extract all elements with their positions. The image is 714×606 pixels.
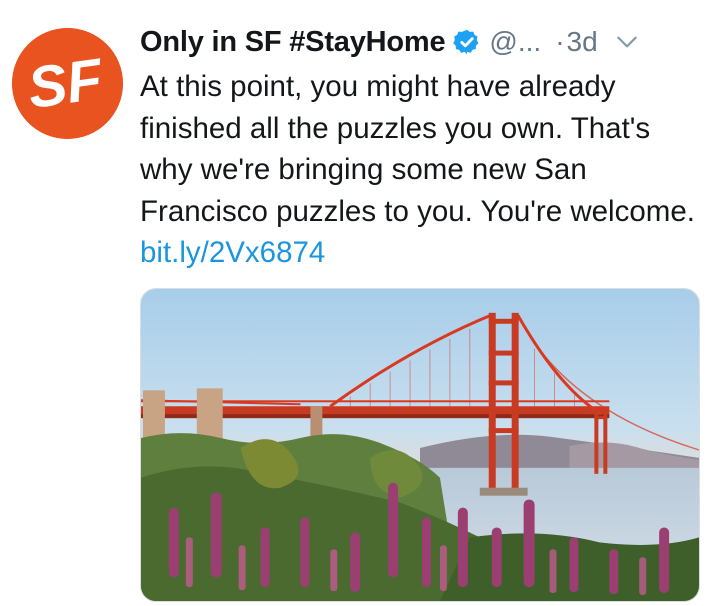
separator-dot: · — [555, 26, 565, 57]
sf-logo-icon: SF — [12, 28, 123, 139]
golden-gate-bridge-photo — [141, 289, 699, 601]
tweet-header: Only in SF #StayHome @... · 3d — [140, 20, 708, 64]
avatar-text: SF — [24, 46, 108, 121]
user-handle[interactable]: @... — [489, 26, 541, 58]
tweet-image[interactable] — [140, 288, 700, 602]
tweet-text: At this point, you might have already fi… — [140, 70, 695, 228]
tweet-body: At this point, you might have already fi… — [140, 66, 700, 274]
display-name[interactable]: Only in SF #StayHome — [140, 26, 446, 59]
profile-avatar[interactable]: SF — [12, 28, 123, 139]
chevron-down-icon[interactable] — [614, 29, 640, 55]
tweet-link[interactable]: bit.ly/2Vx6874 — [140, 236, 325, 269]
verified-badge-icon — [453, 28, 481, 56]
timestamp[interactable]: 3d — [567, 26, 598, 58]
